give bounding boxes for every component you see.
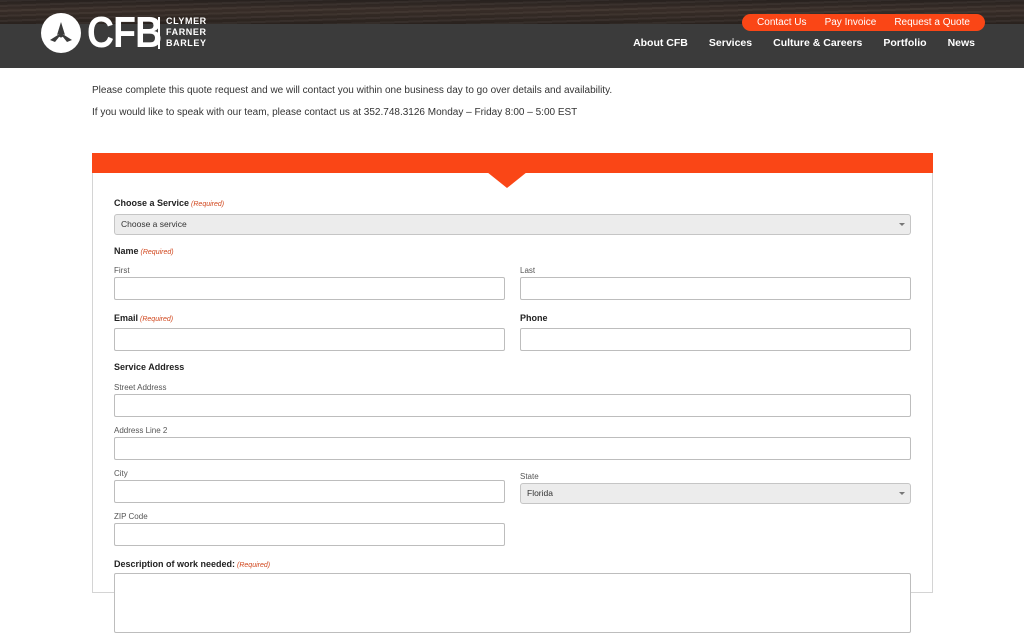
nav-services[interactable]: Services xyxy=(709,37,752,49)
chevron-down-icon xyxy=(899,492,905,495)
logo[interactable]: CFB CLYMER FARNER BARLEY xyxy=(41,8,206,57)
zip-code-input[interactable] xyxy=(114,523,505,546)
name-label: Name (Required) xyxy=(114,246,174,256)
email-input[interactable] xyxy=(114,328,505,351)
address-line-2-label: Address Line 2 xyxy=(114,426,168,435)
address-line-2-input[interactable] xyxy=(114,437,911,460)
zip-code-label: ZIP Code xyxy=(114,512,148,521)
last-name-label: Last xyxy=(520,266,536,275)
street-address-input[interactable] xyxy=(114,394,911,417)
state-select[interactable]: Florida xyxy=(520,483,911,504)
intro-text: Please complete this quote request and w… xyxy=(92,84,612,128)
nav-news[interactable]: News xyxy=(948,37,975,49)
chevron-down-icon xyxy=(899,223,905,226)
name-label-text: Name xyxy=(114,246,139,256)
required-marker: (Required) xyxy=(140,316,174,323)
nav-about-cfb[interactable]: About CFB xyxy=(633,37,688,49)
required-marker: (Required) xyxy=(191,201,225,208)
phone-input[interactable] xyxy=(520,328,911,351)
quote-form: Choose a Service (Required) Choose a serv… xyxy=(92,153,933,633)
form-top-band xyxy=(92,153,933,173)
email-label: Email (Required) xyxy=(114,313,173,323)
required-marker: (Required) xyxy=(140,249,174,256)
service-address-label: Service Address xyxy=(114,362,185,372)
state-select-value: Florida xyxy=(527,488,553,498)
nav-portfolio[interactable]: Portfolio xyxy=(883,37,926,49)
propeller-logo-icon xyxy=(41,13,81,53)
form-notch xyxy=(487,172,527,188)
first-name-label: First xyxy=(114,266,130,275)
logo-letters: CFB xyxy=(87,8,162,57)
logo-word: FARNER xyxy=(166,27,207,37)
phone-label: Phone xyxy=(520,313,548,323)
email-label-text: Email xyxy=(114,313,139,323)
pay-invoice-link[interactable]: Pay Invoice xyxy=(825,17,877,28)
description-textarea[interactable] xyxy=(114,573,911,633)
logo-words: CLYMER FARNER BARLEY xyxy=(166,16,207,49)
service-select-value: Choose a service xyxy=(121,219,187,229)
intro-line-1: Please complete this quote request and w… xyxy=(92,85,613,96)
utility-nav: Contact Us Pay Invoice Request a Quote xyxy=(742,14,985,31)
service-label: Choose a Service (Required) xyxy=(114,198,224,208)
city-label: City xyxy=(114,469,128,478)
logo-word: CLYMER xyxy=(166,16,207,26)
state-label: State xyxy=(520,472,539,481)
site-header: CFB CLYMER FARNER BARLEY Contact Us Pay … xyxy=(0,0,1024,68)
required-marker: (Required) xyxy=(237,562,271,569)
last-name-input[interactable] xyxy=(520,277,911,300)
service-select[interactable]: Choose a service xyxy=(114,214,911,235)
description-label: Description of work needed: (Required) xyxy=(114,559,270,569)
logo-word: BARLEY xyxy=(166,38,207,48)
first-name-input[interactable] xyxy=(114,277,505,300)
description-label-text: Description of work needed: xyxy=(114,559,236,569)
intro-line-2: If you would like to speak with our team… xyxy=(92,107,578,118)
street-address-label: Street Address xyxy=(114,383,167,392)
service-label-text: Choose a Service xyxy=(114,198,190,208)
city-input[interactable] xyxy=(114,480,505,503)
contact-us-link[interactable]: Contact Us xyxy=(757,17,806,28)
logo-divider xyxy=(158,17,160,49)
nav-culture-careers[interactable]: Culture & Careers xyxy=(773,37,862,49)
main-nav: About CFB Services Culture & Careers Por… xyxy=(633,37,975,49)
request-quote-link[interactable]: Request a Quote xyxy=(894,17,970,28)
